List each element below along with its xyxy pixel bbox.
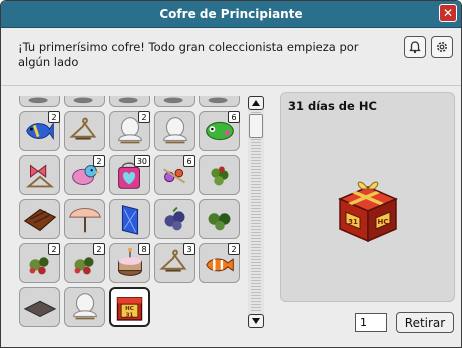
inventory-grid: 2 2 6 2 30 6 2 2 8 3 2 HC 31 <box>19 96 245 328</box>
inventory-slot[interactable] <box>199 155 240 195</box>
header: ¡Tu primerísimo cofre! Todo gran colecci… <box>1 28 461 86</box>
window-title: Cofre de Principiante <box>159 7 303 21</box>
bell-icon <box>409 41 421 54</box>
inventory-slot[interactable] <box>199 96 240 107</box>
umbrella-icon <box>68 208 101 233</box>
inventory-slot[interactable] <box>64 199 105 239</box>
item-count-badge: 2 <box>93 243 105 255</box>
inventory-slot[interactable]: 2 <box>109 111 150 151</box>
item-count-badge: 2 <box>93 155 105 167</box>
window: Cofre de Principiante ✕ ¡Tu primerísimo … <box>0 0 462 348</box>
chocolate-sled-icon <box>23 208 56 232</box>
chest-description: ¡Tu primerísimo cofre! Todo gran colecci… <box>18 40 359 69</box>
close-button[interactable]: ✕ <box>439 4 457 22</box>
item-count-badge: 3 <box>183 243 195 255</box>
inventory-slot[interactable] <box>19 155 60 195</box>
titlebar[interactable]: Cofre de Principiante ✕ <box>1 1 461 28</box>
hanger-icon <box>68 117 96 140</box>
settings-button[interactable] <box>431 36 453 58</box>
scroll-down-button[interactable] <box>248 314 264 328</box>
item-count-badge: 6 <box>228 111 240 123</box>
inventory-slot[interactable] <box>199 199 240 239</box>
partial-item-icon <box>208 97 228 104</box>
blue-door-icon <box>121 205 138 235</box>
hc-gift-icon: HC31 <box>116 297 143 321</box>
inventory-slot[interactable]: 30 <box>109 155 150 195</box>
inventory-slot[interactable]: 2 <box>199 243 240 283</box>
inventory-slot[interactable]: 2 <box>19 243 60 283</box>
notifications-button[interactable] <box>404 36 426 58</box>
item-count-badge: 8 <box>138 243 150 255</box>
inventory-slot[interactable] <box>19 287 60 327</box>
inventory-slot[interactable] <box>109 199 150 239</box>
inventory-slot[interactable] <box>154 111 195 151</box>
inventory-slot[interactable]: 8 <box>109 243 150 283</box>
partial-item-icon <box>118 97 138 104</box>
inventory-slot[interactable] <box>64 96 105 107</box>
inventory-row: 2 30 6 <box>19 155 245 195</box>
inventory-slot[interactable]: 2 <box>19 111 60 151</box>
arrow-down-icon <box>252 318 260 324</box>
retire-button[interactable]: Retirar <box>396 312 454 333</box>
inventory-slot[interactable] <box>154 96 195 107</box>
inventory-slot[interactable]: 6 <box>199 111 240 151</box>
inventory-row: 2 2 6 <box>19 111 245 151</box>
hc-gift-label-31: 31 <box>126 313 134 319</box>
inventory-slot[interactable]: 3 <box>154 243 195 283</box>
inventory-row <box>19 199 245 239</box>
inventory-row: HC 31 <box>19 287 245 327</box>
inventory-slot[interactable] <box>64 287 105 327</box>
inventory-slot[interactable]: 6 <box>154 155 195 195</box>
ghost-hanger-icon <box>162 117 187 144</box>
inventory-row <box>19 96 245 107</box>
gear-icon <box>437 42 447 52</box>
item-count-badge: 6 <box>183 155 195 167</box>
dark-rug-icon <box>23 300 56 318</box>
item-count-badge: 2 <box>48 111 60 123</box>
inventory-slot[interactable]: 2 <box>64 243 105 283</box>
hc-gift-label-hc: HC <box>125 306 134 312</box>
inventory-slot[interactable] <box>109 96 150 107</box>
inventory-slot[interactable] <box>64 111 105 151</box>
close-icon: ✕ <box>442 6 454 20</box>
partial-item-icon <box>73 97 93 104</box>
inventory-scrollbar[interactable] <box>248 96 264 328</box>
inventory-slot[interactable] <box>19 96 60 107</box>
inventory-slot[interactable]: 2 <box>64 155 105 195</box>
scroll-up-button[interactable] <box>248 96 264 110</box>
arrow-up-icon <box>252 100 260 106</box>
ghost-hanger-icon <box>72 293 97 320</box>
blueberry-icon <box>164 206 184 231</box>
preview-title: 31 días de HC <box>288 99 377 113</box>
bow-hanger-icon <box>25 164 54 188</box>
scroll-thumb[interactable] <box>249 114 263 138</box>
gift-label-hc: HC <box>378 218 389 226</box>
item-count-badge: 2 <box>228 243 240 255</box>
item-preview: 31 días de HC 31 HC <box>280 92 455 302</box>
gift-label-31: 31 <box>348 218 358 226</box>
green-berries-icon <box>208 213 230 231</box>
quantity-input[interactable] <box>355 313 387 332</box>
hc-gift-box-icon: 31 HC <box>338 181 398 243</box>
inventory-row: 2 2 8 3 2 <box>19 243 245 283</box>
header-divider <box>1 85 461 86</box>
partial-item-icon <box>163 97 183 104</box>
grapes-icon <box>210 166 229 186</box>
inventory-slot[interactable]: HC 31 <box>109 287 150 327</box>
scroll-track[interactable] <box>251 112 261 312</box>
inventory-slot[interactable] <box>19 199 60 239</box>
inventory-slot[interactable] <box>154 199 195 239</box>
item-count-badge: 2 <box>48 243 60 255</box>
partial-item-icon <box>28 97 48 104</box>
item-count-badge: 2 <box>138 111 150 123</box>
item-count-badge: 30 <box>133 155 150 167</box>
